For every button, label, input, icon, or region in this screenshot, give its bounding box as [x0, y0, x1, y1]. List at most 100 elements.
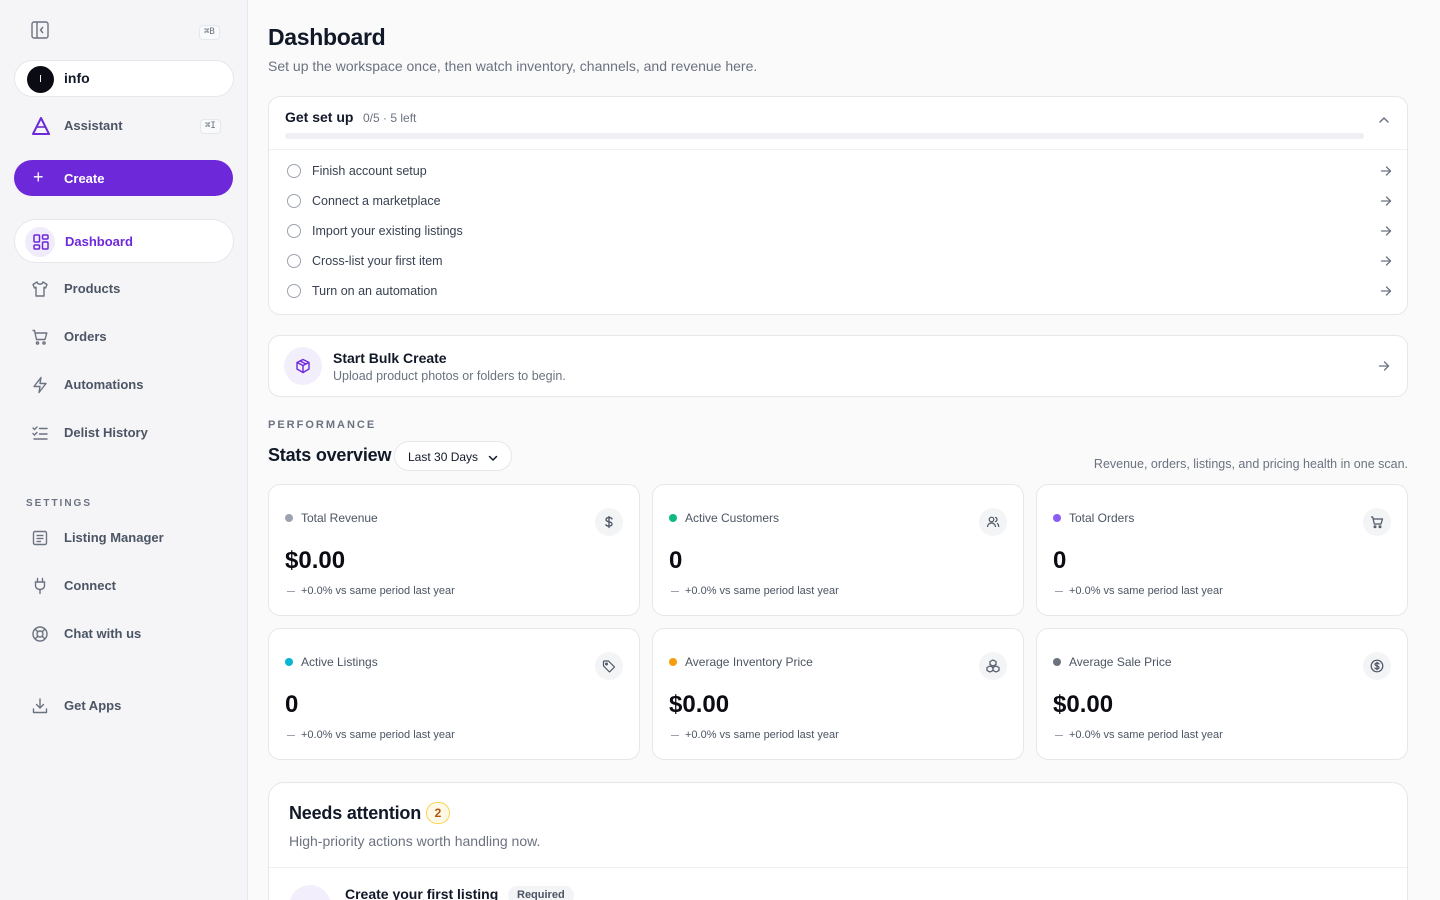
stat-card-active-listings: Active Listings 0 +0.0% vs same period l… — [268, 628, 640, 760]
date-range-select[interactable]: Last 30 Days — [394, 441, 512, 471]
setup-task[interactable]: Turn on an automation — [285, 280, 1393, 304]
profile-switcher[interactable]: I info — [14, 60, 234, 97]
performance-section-label: PERFORMANCE — [268, 419, 377, 431]
sidebar-item-dashboard[interactable]: Dashboard — [14, 219, 234, 263]
sidebar-top: ⌘B — [30, 20, 220, 40]
users-icon — [986, 515, 1000, 529]
dash-icon — [287, 735, 295, 736]
sidebar-item-products[interactable]: Products — [14, 267, 234, 311]
stat-change: +0.0% vs same period last year — [301, 585, 455, 597]
bulk-create-title: Start Bulk Create — [333, 350, 447, 366]
coin-icon — [1370, 659, 1384, 673]
radio-icon[interactable] — [287, 194, 301, 208]
sidebar-item-chat[interactable]: Chat with us — [14, 612, 234, 656]
cart-icon — [31, 328, 49, 346]
sidebar-item-label: Delist History — [64, 425, 148, 440]
lightning-icon — [31, 376, 49, 394]
setup-task[interactable]: Finish account setup — [285, 160, 1393, 184]
radio-icon[interactable] — [287, 224, 301, 238]
tag-icon — [602, 659, 616, 673]
dash-icon — [287, 591, 295, 592]
status-dot — [669, 658, 677, 666]
stat-label: Total Orders — [1069, 511, 1135, 525]
arrow-right-icon — [1377, 359, 1391, 373]
task-icon — [289, 885, 331, 900]
sidebar-collapse-icon[interactable] — [30, 20, 50, 40]
status-dot — [285, 658, 293, 666]
sidebar-item-label: Dashboard — [65, 234, 133, 249]
stat-icon-container — [595, 652, 623, 680]
arrow-right-icon — [1379, 164, 1393, 178]
chevron-up-icon[interactable] — [1377, 113, 1391, 127]
assistant-button[interactable]: Assistant ⌘I — [14, 110, 234, 142]
lifebuoy-icon — [31, 625, 49, 643]
setup-task-label: Import your existing listings — [312, 224, 463, 238]
stat-icon-container — [979, 652, 1007, 680]
status-dot — [669, 514, 677, 522]
attention-item-title[interactable]: Create your first listing — [345, 886, 498, 900]
stat-change: +0.0% vs same period last year — [1069, 729, 1223, 741]
sidebar-item-label: Automations — [64, 377, 144, 392]
setup-task-label: Cross-list your first item — [312, 254, 443, 268]
needs-attention-card: Needs attention 2 High-priority actions … — [268, 782, 1408, 900]
sidebar-item-label: Chat with us — [64, 626, 142, 641]
dash-icon — [671, 735, 679, 736]
sidebar-item-listing-manager[interactable]: Listing Manager — [14, 516, 234, 560]
sidebar-item-label: Get Apps — [64, 698, 122, 713]
shirt-icon — [31, 280, 49, 298]
bulk-create-card[interactable]: Start Bulk Create Upload product photos … — [268, 335, 1408, 397]
download-icon — [31, 697, 49, 715]
settings-section-label: SETTINGS — [26, 498, 93, 509]
checklist-icon — [31, 424, 49, 442]
plus-icon: + — [33, 167, 44, 187]
profile-name: info — [64, 70, 90, 86]
sidebar-item-delist-history[interactable]: Delist History — [14, 411, 234, 455]
setup-task-label: Turn on an automation — [312, 284, 438, 298]
page-subtitle: Set up the workspace once, then watch in… — [268, 58, 758, 74]
radio-icon[interactable] — [287, 254, 301, 268]
bulk-create-subtitle: Upload product photos or folders to begi… — [333, 369, 566, 383]
divider — [269, 867, 1407, 868]
required-badge: Required — [508, 886, 574, 900]
setup-card: Get set up 0/5 · 5 left Finish account s… — [268, 96, 1408, 315]
stat-change: +0.0% vs same period last year — [685, 585, 839, 597]
needs-attention-title: Needs attention — [289, 803, 422, 823]
divider — [269, 149, 1407, 150]
stat-card-average-sale-price: Average Sale Price $0.00 +0.0% vs same p… — [1036, 628, 1408, 760]
stats-description: Revenue, orders, listings, and pricing h… — [1093, 457, 1408, 471]
stat-label: Average Inventory Price — [685, 655, 813, 669]
stat-label: Active Customers — [685, 511, 780, 525]
assistant-shortcut: ⌘I — [200, 119, 221, 134]
stat-icon-container — [1363, 508, 1391, 536]
create-label: Create — [64, 171, 105, 186]
setup-title: Get set up — [285, 109, 354, 125]
sidebar-item-get-apps[interactable]: Get Apps — [14, 684, 234, 728]
assistant-logo-icon — [30, 115, 52, 137]
setup-task[interactable]: Import your existing listings — [285, 220, 1393, 244]
setup-task-label: Connect a marketplace — [312, 194, 441, 208]
radio-icon[interactable] — [287, 164, 301, 178]
create-button[interactable]: + Create — [14, 160, 233, 196]
arrow-right-icon — [1379, 254, 1393, 268]
setup-task-label: Finish account setup — [312, 164, 427, 178]
setup-task[interactable]: Cross-list your first item — [285, 250, 1393, 274]
plug-icon — [31, 577, 49, 595]
page-title: Dashboard — [268, 24, 386, 50]
sidebar-item-automations[interactable]: Automations — [14, 363, 234, 407]
setup-task[interactable]: Connect a marketplace — [285, 190, 1393, 214]
boxes-icon — [986, 659, 1000, 673]
stat-value: 0 — [285, 691, 299, 718]
stat-change: +0.0% vs same period last year — [301, 729, 455, 741]
collapse-shortcut: ⌘B — [199, 25, 220, 40]
stat-value: $0.00 — [285, 547, 346, 574]
stat-icon-container — [979, 508, 1007, 536]
radio-icon[interactable] — [287, 284, 301, 298]
grid-icon — [32, 233, 50, 251]
sidebar-item-label: Connect — [64, 578, 116, 593]
stat-card-average-inventory-price: Average Inventory Price $0.00 +0.0% vs s… — [652, 628, 1024, 760]
sidebar-item-connect[interactable]: Connect — [14, 564, 234, 608]
status-dot — [285, 514, 293, 522]
sidebar-item-orders[interactable]: Orders — [14, 315, 234, 359]
arrow-right-icon — [1379, 284, 1393, 298]
status-dot — [1053, 514, 1061, 522]
